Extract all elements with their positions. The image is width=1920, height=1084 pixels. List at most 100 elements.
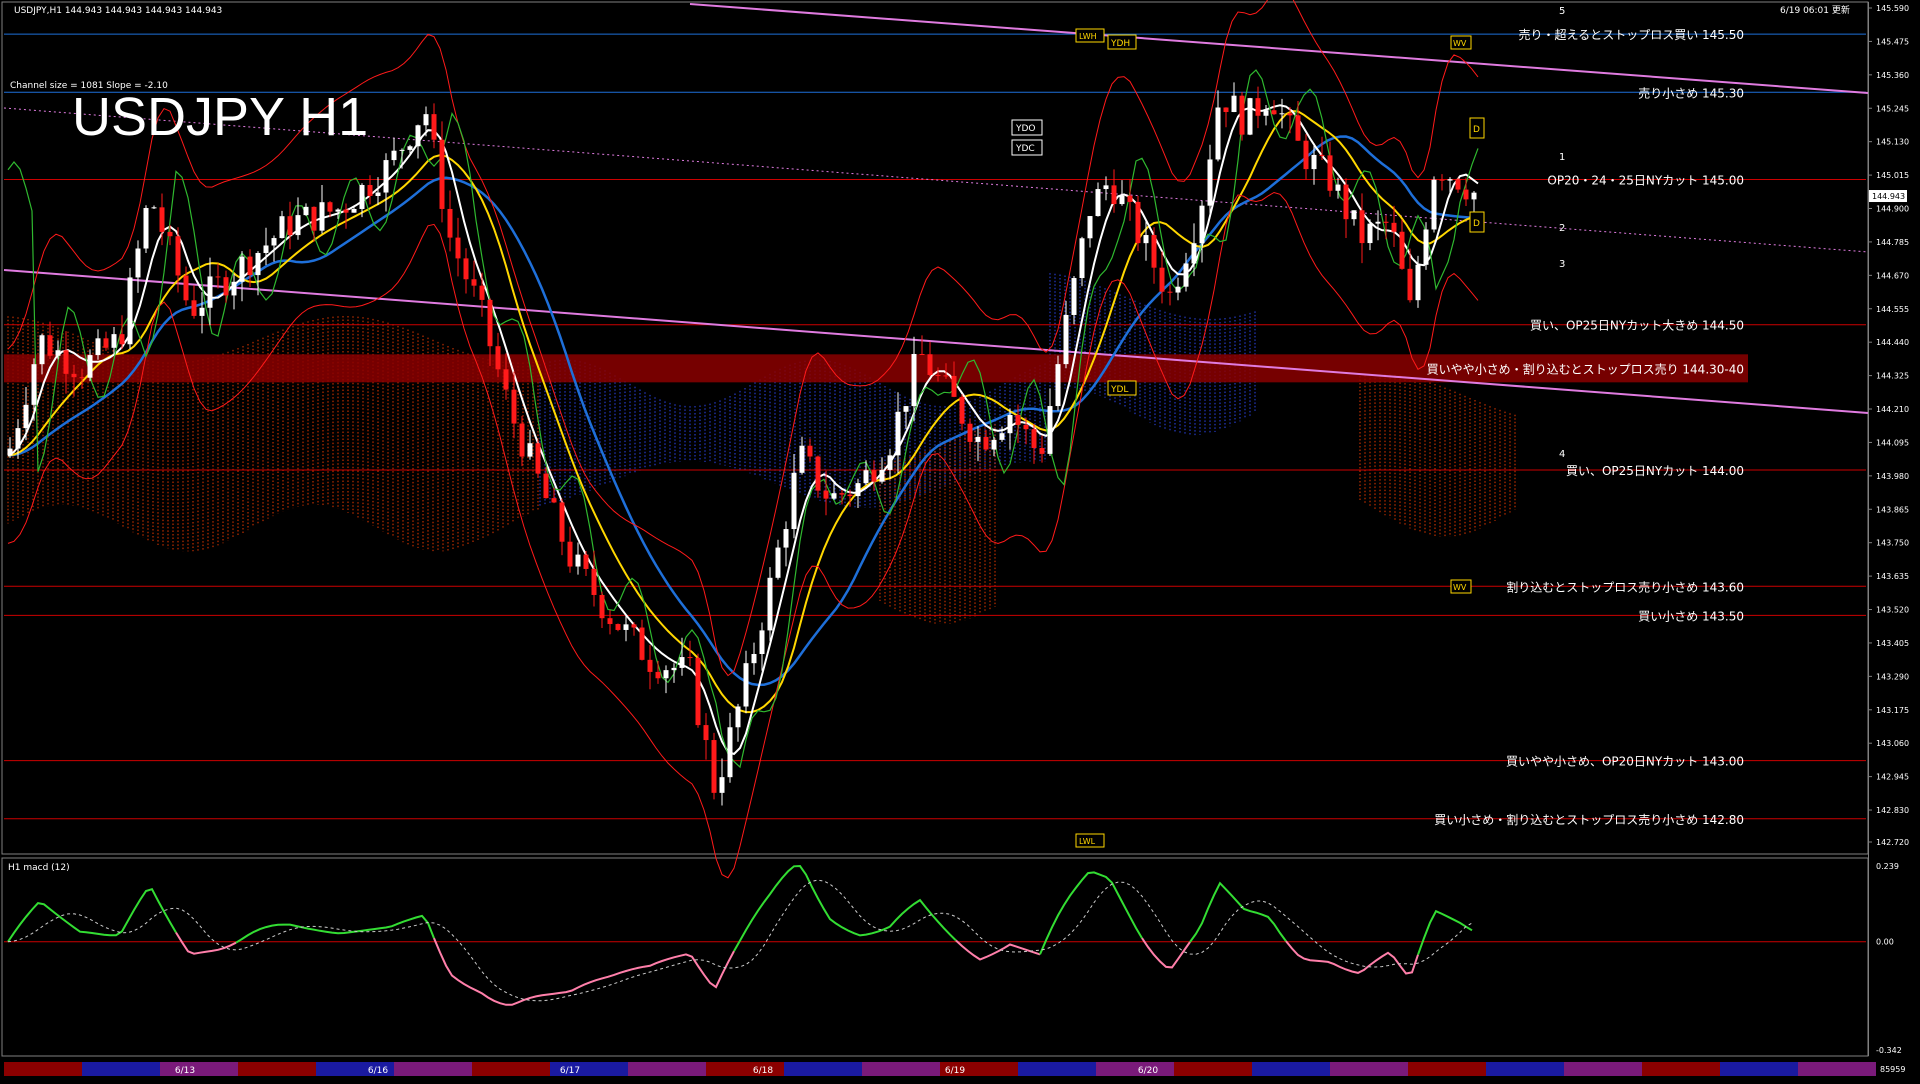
channel-upper-line	[689, 3, 1869, 94]
candle-body	[647, 659, 653, 672]
candle-body	[807, 445, 813, 457]
candle-body	[359, 185, 365, 209]
macd-tick-label: 0.00	[1876, 938, 1894, 947]
fib-label-4: 4	[1559, 449, 1565, 460]
level-lines	[4, 33, 1866, 820]
candle-body	[1247, 98, 1253, 135]
candle-body	[703, 725, 709, 741]
price-tick-label: 144.325	[1876, 372, 1909, 381]
candle-body	[1039, 448, 1045, 454]
time-strip-block	[472, 1062, 550, 1076]
candle-body	[1375, 221, 1381, 224]
macd-footer: 85959	[1880, 1065, 1905, 1074]
candle-body	[319, 202, 325, 231]
candle-body	[671, 667, 677, 671]
candle-body	[775, 547, 781, 578]
candle-body	[887, 455, 893, 470]
candle-body	[663, 670, 669, 679]
time-strip-block	[1720, 1062, 1798, 1076]
candle-body	[1071, 278, 1077, 315]
candle-body	[783, 529, 789, 548]
svg-text:YDH: YDH	[1110, 39, 1130, 49]
svg-text:LWH: LWH	[1079, 32, 1097, 41]
time-strip-block	[862, 1062, 940, 1076]
candle-body	[199, 307, 205, 316]
candle-body	[1327, 155, 1333, 191]
candle-body	[487, 299, 493, 347]
candle-body	[911, 353, 917, 407]
price-chart[interactable]: 売り・超えるとストップロス買い 145.50 売り小さめ 145.30 OP20・2…	[0, 0, 1920, 1080]
candle-body	[1351, 210, 1357, 220]
candle-body	[711, 740, 717, 793]
macd-line	[733, 864, 957, 952]
candle-body	[423, 114, 429, 126]
candle-body	[239, 256, 245, 282]
candle-body	[607, 618, 613, 625]
price-tick-label: 143.405	[1876, 639, 1909, 648]
candle-body	[599, 594, 605, 619]
candle-body	[1143, 235, 1149, 244]
candle-body	[1295, 115, 1301, 141]
candle-body	[135, 248, 141, 278]
level-label: 買い小さめ・割り込むとストップロス売り小さめ 142.80	[1434, 812, 1744, 827]
ydo-box: YDO	[1011, 119, 1043, 136]
price-tick-label: 144.670	[1876, 271, 1909, 280]
candle-body	[167, 231, 173, 237]
time-label: 6/13	[175, 1066, 195, 1076]
candle-body	[1359, 210, 1365, 244]
candle-body	[535, 443, 541, 474]
candle-body	[439, 139, 445, 209]
ydl-box: YDL	[1107, 380, 1137, 396]
candle-body	[1335, 184, 1341, 191]
candle-body	[519, 423, 525, 457]
time-label: 6/19	[945, 1066, 965, 1076]
candle-body	[343, 209, 349, 213]
level-label: 買い、OP25日NYカット大きめ 144.50	[1530, 319, 1744, 333]
candle-body	[951, 375, 957, 397]
candle-body	[1207, 159, 1213, 206]
macd-line	[1141, 937, 1191, 969]
candle-body	[367, 185, 373, 196]
time-strip-block	[1486, 1062, 1564, 1076]
price-tick-label: 145.475	[1876, 37, 1909, 46]
candle-body	[935, 374, 941, 376]
candle-body	[23, 404, 29, 429]
candle-body	[847, 494, 853, 497]
candle-body	[1343, 184, 1349, 220]
candle-body	[1447, 179, 1453, 181]
level-label: 割り込むとストップロス売り小さめ 143.60	[1506, 579, 1744, 594]
candle-body	[103, 338, 109, 348]
price-tick-label: 143.865	[1876, 505, 1909, 514]
candle-body	[1367, 223, 1373, 244]
candle-body	[1415, 264, 1421, 301]
candle-body	[991, 439, 997, 450]
fib-label-5: 5	[1559, 6, 1565, 17]
candle-body	[55, 350, 61, 356]
macd-tick-label: -0.342	[1876, 1046, 1902, 1055]
candle-body	[1159, 267, 1165, 292]
svg-text:LWL: LWL	[1079, 837, 1096, 846]
candle-body	[999, 433, 1005, 440]
time-strip-block	[1798, 1062, 1876, 1076]
candle-body	[375, 192, 381, 196]
candle-body	[431, 114, 437, 140]
candle-body	[1271, 110, 1277, 115]
candle-body	[1167, 291, 1173, 293]
candle-body	[407, 146, 413, 150]
time-strip-block	[628, 1062, 706, 1076]
candle-body	[159, 207, 165, 232]
candle-body	[791, 472, 797, 530]
candle-body	[287, 216, 293, 236]
candle-body	[1119, 195, 1125, 205]
candle-body	[855, 483, 861, 497]
candle-body	[87, 355, 93, 378]
price-tick-label: 142.720	[1876, 838, 1909, 847]
candle-body	[815, 456, 821, 491]
candle-body	[943, 375, 949, 377]
candle-body	[719, 777, 725, 793]
level-label: 買いやや小さめ、OP20日NYカット 143.00	[1506, 755, 1744, 769]
time-strip-block	[1642, 1062, 1720, 1076]
svg-text:WV: WV	[1453, 39, 1467, 48]
candle-body	[351, 208, 357, 213]
level-label: 売り・超えるとストップロス買い 145.50	[1519, 27, 1744, 42]
